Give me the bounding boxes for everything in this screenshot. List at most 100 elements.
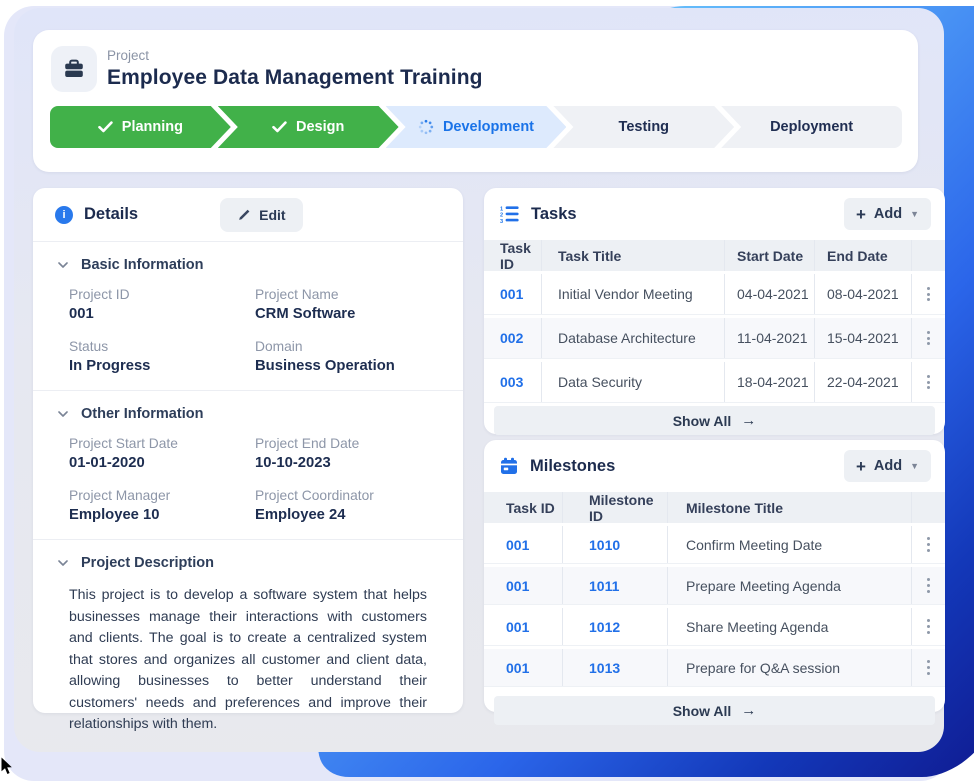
section-title: Other Information bbox=[81, 406, 203, 422]
task-id-link[interactable]: 002 bbox=[500, 330, 523, 346]
start-date-cell: 18-04-2021 bbox=[725, 362, 815, 402]
milestone-id-link[interactable]: 1012 bbox=[589, 619, 620, 635]
milestone-id-link[interactable]: 1011 bbox=[589, 578, 619, 594]
project-eyebrow: Project bbox=[107, 48, 483, 63]
start-date-cell: 11-04-2021 bbox=[725, 318, 815, 358]
table-row: 001 Initial Vendor Meeting 04-04-2021 08… bbox=[484, 274, 945, 315]
milestones-add-button[interactable]: + Add ▼ bbox=[844, 450, 931, 482]
project-header-card: Project Employee Data Management Trainin… bbox=[33, 30, 918, 172]
check-icon bbox=[98, 121, 113, 133]
field-label: Project Name bbox=[255, 287, 441, 302]
milestone-title-cell: Prepare for Q&A session bbox=[668, 649, 912, 686]
stage-design[interactable]: Design bbox=[218, 106, 399, 148]
column-header: Task ID bbox=[484, 240, 542, 271]
stage-planning[interactable]: Planning bbox=[50, 106, 231, 148]
section-toggle-project-description[interactable]: Project Description bbox=[55, 555, 441, 571]
edit-button[interactable]: Edit bbox=[220, 198, 302, 232]
task-title-cell: Initial Vendor Meeting bbox=[542, 274, 725, 314]
page: Project Employee Data Management Trainin… bbox=[0, 0, 974, 783]
milestone-id-link[interactable]: 1013 bbox=[589, 660, 620, 676]
section-basic-information: Basic Information Project ID 001 Project… bbox=[33, 257, 463, 390]
kebab-menu-icon[interactable] bbox=[923, 371, 934, 393]
field-value: 001 bbox=[69, 306, 255, 322]
section-toggle-other-information[interactable]: Other Information bbox=[55, 406, 441, 422]
field-project-id: Project ID 001 bbox=[69, 287, 255, 322]
column-header: Task ID bbox=[484, 492, 563, 523]
field-status: Status In Progress bbox=[69, 339, 255, 374]
task-id-link[interactable]: 001 bbox=[500, 286, 523, 302]
svg-text:3: 3 bbox=[500, 219, 503, 223]
column-header-actions bbox=[912, 240, 945, 271]
field-value: CRM Software bbox=[255, 306, 441, 322]
stage-testing[interactable]: Testing bbox=[553, 106, 734, 148]
task-id-link[interactable]: 001 bbox=[506, 537, 529, 553]
arrow-right-icon: → bbox=[741, 702, 756, 719]
info-icon: i bbox=[55, 206, 73, 224]
kebab-menu-icon[interactable] bbox=[923, 615, 934, 637]
table-row: 002 Database Architecture 11-04-2021 15-… bbox=[484, 318, 945, 359]
tasks-add-button[interactable]: + Add ▼ bbox=[844, 198, 931, 230]
table-row: 001 1010 Confirm Meeting Date bbox=[484, 526, 945, 564]
table-row: 001 1012 Share Meeting Agenda bbox=[484, 608, 945, 646]
field-label: Status bbox=[69, 339, 255, 354]
field-value: 01-01-2020 bbox=[69, 455, 255, 471]
table-row: 001 1011 Prepare Meeting Agenda bbox=[484, 567, 945, 605]
task-title-cell: Database Architecture bbox=[542, 318, 725, 358]
kebab-menu-icon[interactable] bbox=[923, 533, 934, 555]
tasks-show-all-button[interactable]: Show All → bbox=[494, 406, 935, 435]
field-project-manager: Project Manager Employee 10 bbox=[69, 488, 255, 523]
column-header: Task Title bbox=[542, 240, 725, 271]
show-all-label: Show All bbox=[673, 413, 732, 429]
field-label: Project Coordinator bbox=[255, 488, 441, 503]
field-project-coordinator: Project Coordinator Employee 24 bbox=[255, 488, 441, 523]
stage-label: Testing bbox=[619, 119, 669, 135]
field-value: Employee 24 bbox=[255, 507, 441, 523]
arrow-right-icon: → bbox=[741, 412, 756, 429]
section-title: Basic Information bbox=[81, 257, 203, 273]
start-date-cell: 04-04-2021 bbox=[725, 274, 815, 314]
stage-deployment[interactable]: Deployment bbox=[721, 106, 902, 148]
end-date-cell: 15-04-2021 bbox=[815, 318, 912, 358]
kebab-menu-icon[interactable] bbox=[923, 574, 934, 596]
add-label: Add bbox=[874, 458, 902, 474]
tasks-title: Tasks bbox=[531, 205, 577, 224]
field-project-name: Project Name CRM Software bbox=[255, 287, 441, 322]
stage-label: Development bbox=[443, 119, 534, 135]
stage-label: Deployment bbox=[770, 119, 853, 135]
stage-progress-bar: Planning Design bbox=[49, 106, 902, 148]
kebab-menu-icon[interactable] bbox=[923, 327, 934, 349]
task-id-link[interactable]: 001 bbox=[506, 660, 529, 676]
task-id-link[interactable]: 001 bbox=[506, 619, 529, 635]
project-description-text: This project is to develop a software sy… bbox=[55, 583, 441, 754]
task-id-link[interactable]: 003 bbox=[500, 374, 523, 390]
milestone-title-cell: Confirm Meeting Date bbox=[668, 526, 912, 563]
stage-development[interactable]: Development bbox=[386, 106, 567, 148]
task-title-cell: Data Security bbox=[542, 362, 725, 402]
field-domain: Domain Business Operation bbox=[255, 339, 441, 374]
column-header: Milestone Title bbox=[668, 492, 912, 523]
section-title: Project Description bbox=[81, 555, 214, 571]
kebab-menu-icon[interactable] bbox=[923, 656, 934, 678]
field-label: Domain bbox=[255, 339, 441, 354]
numbered-list-icon: 1 2 3 bbox=[500, 205, 519, 223]
column-header: Start Date bbox=[725, 240, 815, 271]
milestones-show-all-button[interactable]: Show All → bbox=[494, 696, 935, 725]
section-toggle-basic-information[interactable]: Basic Information bbox=[55, 257, 441, 273]
column-header: End Date bbox=[815, 240, 912, 271]
field-label: Project ID bbox=[69, 287, 255, 302]
column-header-actions bbox=[912, 492, 945, 523]
spinner-icon bbox=[418, 119, 434, 135]
page-title: Employee Data Management Training bbox=[107, 66, 483, 90]
mouse-cursor bbox=[1, 757, 14, 776]
milestone-id-link[interactable]: 1010 bbox=[589, 537, 620, 553]
milestones-table-header: Task ID Milestone ID Milestone Title bbox=[484, 492, 945, 523]
field-value: In Progress bbox=[69, 358, 255, 374]
stage-label: Planning bbox=[122, 119, 183, 135]
field-label: Project Manager bbox=[69, 488, 255, 503]
pencil-icon bbox=[237, 208, 251, 222]
stage-label: Design bbox=[296, 119, 344, 135]
kebab-menu-icon[interactable] bbox=[923, 283, 934, 305]
details-title: Details bbox=[84, 205, 138, 224]
show-all-label: Show All bbox=[673, 703, 732, 719]
task-id-link[interactable]: 001 bbox=[506, 578, 529, 594]
